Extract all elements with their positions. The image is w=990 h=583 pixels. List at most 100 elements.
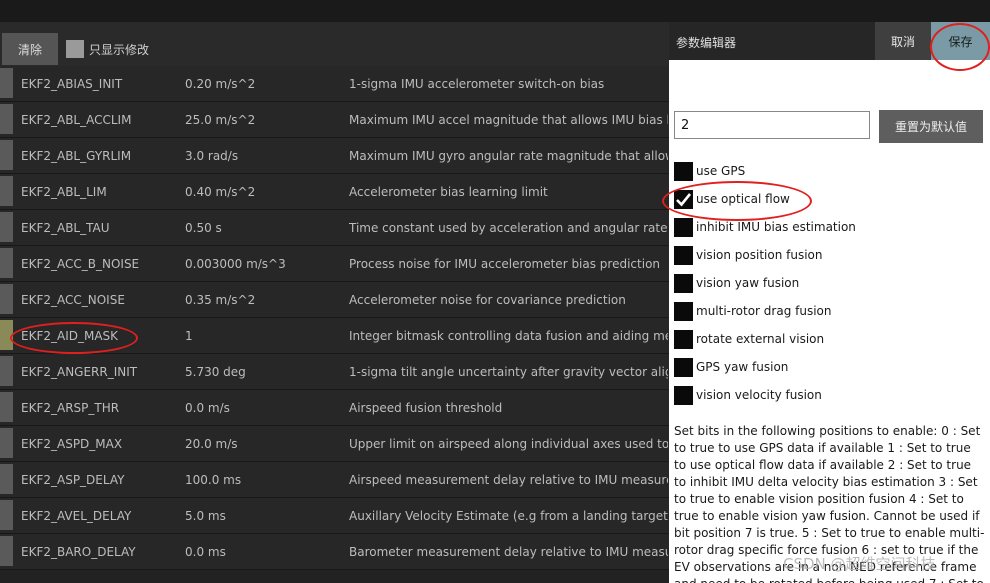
param-name: EKF2_ABL_TAU xyxy=(21,221,110,235)
value-input[interactable] xyxy=(674,111,870,139)
table-row[interactable]: EKF2_AVEL_DELAY 5.0 ms Auxillary Velocity … xyxy=(0,498,669,534)
param-description: Barometer measurement delay relative to … xyxy=(349,545,668,559)
param-value: 0.50 s xyxy=(185,221,222,235)
param-name: EKF2_ANGERR_INIT xyxy=(21,365,138,379)
param-name: EKF2_AID_MASK xyxy=(21,329,119,343)
row-strip xyxy=(0,356,13,386)
only-modified-checkbox[interactable] xyxy=(66,40,84,58)
table-row-selected[interactable]: EKF2_AID_MASK 1 Integer bitmask controllin… xyxy=(0,318,669,354)
option-label: use GPS xyxy=(696,164,746,178)
checkbox[interactable] xyxy=(674,162,693,181)
param-name: EKF2_ASPD_MAX xyxy=(21,437,123,451)
table-row[interactable]: EKF2_ARSP_THR 0.0 m/s Airspeed fusion thre… xyxy=(0,390,669,426)
option-label: use optical flow xyxy=(696,192,790,206)
param-value: 20.0 m/s xyxy=(185,437,238,451)
only-modified-label: 只显示修改 xyxy=(89,43,150,57)
table-row[interactable]: EKF2_ABL_TAU 0.50 s Time constant used by … xyxy=(0,210,669,246)
param-name: EKF2_ACC_NOISE xyxy=(21,293,125,307)
table-row[interactable]: EKF2_ASPD_MAX 20.0 m/s Upper limit on airs… xyxy=(0,426,669,462)
param-description: 1-sigma tilt angle uncertainty after gra… xyxy=(349,365,668,379)
param-value: 5.730 deg xyxy=(185,365,246,379)
param-name: EKF2_AVEL_DELAY xyxy=(21,509,132,523)
checkbox[interactable] xyxy=(674,246,693,265)
param-value: 0.40 m/s^2 xyxy=(185,185,256,199)
row-strip xyxy=(0,176,13,206)
param-value: 1 xyxy=(185,329,193,343)
param-value: 25.0 m/s^2 xyxy=(185,113,256,127)
row-strip xyxy=(0,212,13,242)
row-strip xyxy=(0,248,13,278)
param-name: EKF2_ACC_B_NOISE xyxy=(21,257,140,271)
window-top-bar xyxy=(0,0,990,22)
checkmark-icon xyxy=(676,193,692,207)
param-name: EKF2_ABL_LIM xyxy=(21,185,107,199)
param-name: EKF2_ABL_ACCLIM xyxy=(21,113,132,127)
checkbox[interactable] xyxy=(674,218,693,237)
editor-title: 参数编辑器 xyxy=(676,36,737,50)
param-value: 100.0 ms xyxy=(185,473,242,487)
param-name: EKF2_BARO_DELAY xyxy=(21,545,136,559)
checkbox[interactable] xyxy=(674,386,693,405)
parameter-editor-panel: 参数编辑器 取消 保存 重置为默认值 use GPS use optical f… xyxy=(669,22,990,583)
option-label: vision position fusion xyxy=(696,248,823,262)
table-row[interactable]: EKF2_BARO_DELAY 0.0 ms Barometer measureme… xyxy=(0,534,669,570)
param-value: 3.0 rad/s xyxy=(185,149,239,163)
param-description: Maximum IMU gyro angular rate magnitude … xyxy=(349,149,668,163)
param-description: Accelerometer noise for covariance predi… xyxy=(349,293,626,307)
checkbox[interactable] xyxy=(674,274,693,293)
row-strip xyxy=(0,392,13,422)
row-strip xyxy=(0,464,13,494)
param-description: Airspeed measurement delay relative to I… xyxy=(349,473,668,487)
option-label: multi-rotor drag fusion xyxy=(696,304,832,318)
param-value: 0.35 m/s^2 xyxy=(185,293,256,307)
editor-header: 参数编辑器 取消 保存 xyxy=(669,22,990,60)
param-description: Upper limit on airspeed along individual… xyxy=(349,437,668,451)
param-description: Process noise for IMU accelerometer bias… xyxy=(349,257,661,271)
param-value: 0.0 m/s xyxy=(185,401,230,415)
table-row[interactable]: EKF2_ACC_NOISE 0.35 m/s^2 Accelerometer no… xyxy=(0,282,669,318)
row-strip xyxy=(0,104,13,134)
row-strip xyxy=(0,68,13,98)
clear-button[interactable]: 清除 xyxy=(2,33,58,65)
param-description: Time constant used by acceleration and a… xyxy=(349,221,668,235)
table-row[interactable]: EKF2_ASP_DELAY 100.0 ms Airspeed measureme… xyxy=(0,462,669,498)
row-strip xyxy=(0,140,13,170)
parameter-table: EKF2_ABIAS_INIT 0.20 m/s^2 1-sigma IMU acc… xyxy=(0,66,669,570)
option-label: rotate external vision xyxy=(696,332,825,346)
row-strip xyxy=(0,536,13,566)
row-strip xyxy=(0,428,13,458)
watermark-text: CSDN @超维空间科技 xyxy=(783,555,936,573)
param-value: 0.20 m/s^2 xyxy=(185,77,256,91)
checkbox[interactable] xyxy=(674,358,693,377)
reset-default-button[interactable]: 重置为默认值 xyxy=(879,110,983,143)
param-description: Airspeed fusion threshold xyxy=(349,401,503,415)
param-description: 1-sigma IMU accelerometer switch-on bias xyxy=(349,77,605,91)
table-row[interactable]: EKF2_ANGERR_INIT 5.730 deg 1-sigma tilt an… xyxy=(0,354,669,390)
row-strip xyxy=(0,284,13,314)
option-label: GPS yaw fusion xyxy=(696,360,789,374)
param-value: 5.0 ms xyxy=(185,509,226,523)
option-label: inhibit IMU bias estimation xyxy=(696,220,856,234)
param-description: Auxillary Velocity Estimate (e.g from a … xyxy=(349,509,668,523)
param-value: 0.003000 m/s^3 xyxy=(185,257,286,271)
param-name: EKF2_ABL_GYRLIM xyxy=(21,149,132,163)
checkbox[interactable] xyxy=(674,302,693,321)
row-strip xyxy=(0,320,13,350)
param-description: Maximum IMU accel magnitude that allows … xyxy=(349,113,668,127)
param-name: EKF2_ASP_DELAY xyxy=(21,473,125,487)
table-row[interactable]: EKF2_ABIAS_INIT 0.20 m/s^2 1-sigma IMU acc… xyxy=(0,66,669,102)
param-description: Accelerometer bias learning limit xyxy=(349,185,548,199)
save-button[interactable]: 保存 xyxy=(931,22,990,60)
table-row[interactable]: EKF2_ABL_ACCLIM 25.0 m/s^2 Maximum IMU acc… xyxy=(0,102,669,138)
param-name: EKF2_ARSP_THR xyxy=(21,401,120,415)
option-label: vision velocity fusion xyxy=(696,388,822,402)
option-label: vision yaw fusion xyxy=(696,276,800,290)
param-name: EKF2_ABIAS_INIT xyxy=(21,77,123,91)
cancel-button[interactable]: 取消 xyxy=(875,22,931,60)
table-row[interactable]: EKF2_ABL_LIM 0.40 m/s^2 Accelerometer bias… xyxy=(0,174,669,210)
row-strip xyxy=(0,500,13,530)
table-row[interactable]: EKF2_ABL_GYRLIM 3.0 rad/s Maximum IMU gyro… xyxy=(0,138,669,174)
checkbox-checked[interactable] xyxy=(674,190,693,209)
table-row[interactable]: EKF2_ACC_B_NOISE 0.003000 m/s^3 Process no… xyxy=(0,246,669,282)
checkbox[interactable] xyxy=(674,330,693,349)
